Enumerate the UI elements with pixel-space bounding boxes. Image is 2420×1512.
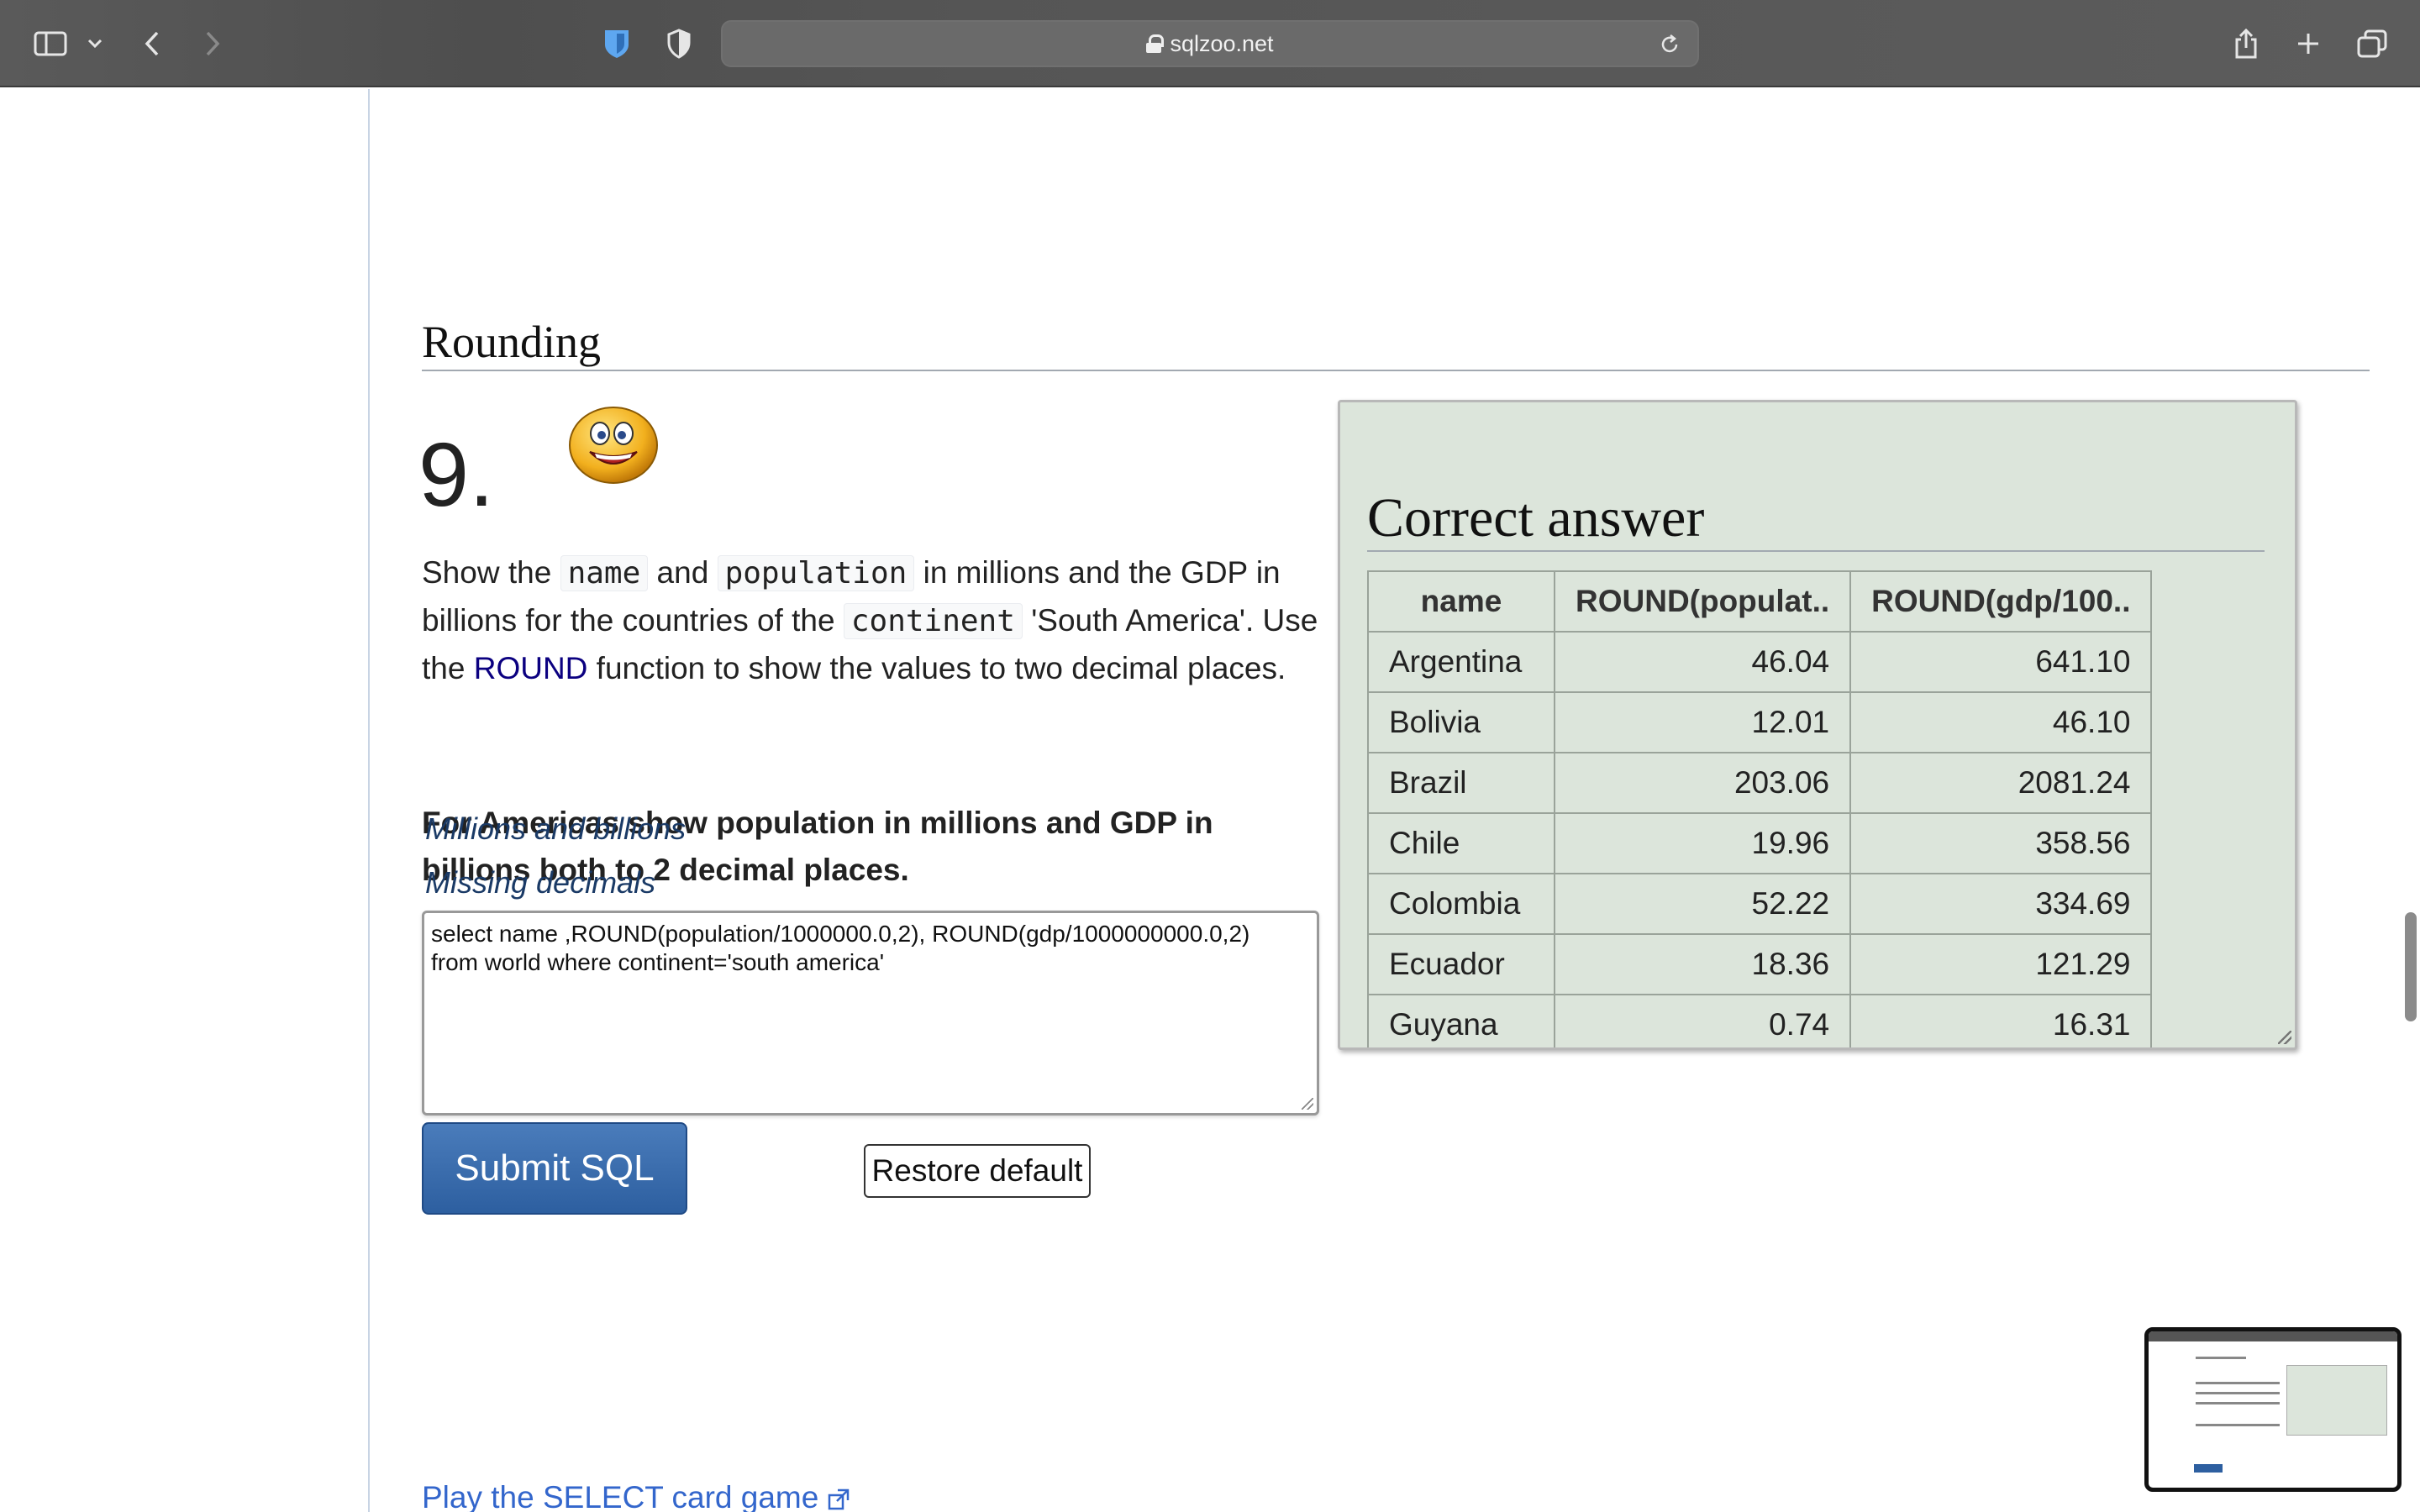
bitwarden-icon[interactable] [602, 25, 632, 62]
cell-population: 52.22 [1553, 873, 1852, 935]
select-card-game-link[interactable]: Play the SELECT card game [422, 1480, 850, 1512]
screenshot-thumbnail[interactable] [2144, 1327, 2402, 1492]
column-header-gdp: ROUND(gdp/100.. [1849, 570, 2153, 633]
forward-icon[interactable] [200, 25, 225, 62]
page-scrollbar[interactable] [2405, 912, 2417, 1021]
table-header-row: name ROUND(populat.. ROUND(gdp/100.. [1367, 570, 2153, 633]
reload-icon[interactable] [1659, 34, 1681, 55]
answer-divider [1367, 550, 2265, 552]
lock-icon [1146, 34, 1165, 53]
hint-millions-billions[interactable]: Millions and billions [425, 811, 686, 847]
smiley-face-icon [569, 407, 658, 484]
back-icon[interactable] [139, 25, 165, 62]
thumbnail-line [2196, 1424, 2280, 1426]
table-row: Argentina 46.04 641.10 [1367, 631, 2153, 693]
section-divider [422, 370, 2370, 371]
url-text: sqlzoo.net [1170, 30, 1274, 56]
cell-name: Brazil [1367, 752, 1555, 814]
thumbnail-toolbar [2149, 1331, 2397, 1341]
chevron-down-icon[interactable] [86, 25, 104, 62]
cell-population: 18.36 [1553, 933, 1852, 995]
cell-name: Guyana [1367, 994, 1555, 1047]
code-name: name [560, 555, 649, 591]
table-row: Chile 19.96 358.56 [1367, 812, 2153, 874]
table-row: Brazil 203.06 2081.24 [1367, 752, 2153, 814]
cell-gdp: 2081.24 [1849, 752, 2153, 814]
cell-name: Ecuador [1367, 933, 1555, 995]
table-row: Colombia 52.22 334.69 [1367, 873, 2153, 935]
question-text-segment: Show the [422, 555, 560, 590]
table-row: Bolivia 12.01 46.10 [1367, 691, 2153, 753]
thumbnail-line [2196, 1382, 2280, 1384]
correct-answer-panel[interactable]: Correct answer name ROUND(populat.. ROUN… [1338, 400, 2297, 1050]
submit-sql-button[interactable]: Submit SQL [422, 1122, 687, 1215]
question-text-segment: and [648, 555, 718, 590]
share-icon[interactable] [2232, 25, 2260, 62]
cell-population: 203.06 [1553, 752, 1852, 814]
code-population: population [717, 555, 915, 591]
question-text-segment: function to show the values to two decim… [587, 651, 1286, 685]
thumbnail-answer-panel [2286, 1365, 2387, 1436]
column-header-population: ROUND(populat.. [1553, 570, 1852, 633]
table-row: Ecuador 18.36 121.29 [1367, 933, 2153, 995]
section-title: Rounding [422, 317, 602, 367]
resize-handle-icon[interactable] [1302, 1098, 1313, 1110]
card-game-link-text[interactable]: Play the SELECT card game [422, 1480, 818, 1512]
cell-name: Chile [1367, 812, 1555, 874]
table-row: Guyana 0.74 16.31 [1367, 994, 2153, 1047]
main-content: Rounding 9. Show the name and population… [418, 89, 2371, 1512]
external-link-icon [828, 1488, 849, 1510]
code-continent: continent [843, 603, 1023, 639]
answer-table: name ROUND(populat.. ROUND(gdp/100.. Arg… [1367, 570, 2153, 1047]
column-header-name: name [1367, 570, 1555, 633]
thumbnail-line [2196, 1392, 2280, 1394]
cell-gdp: 46.10 [1849, 691, 2153, 753]
cell-gdp: 334.69 [1849, 873, 2153, 935]
panel-resize-handle-icon[interactable] [2278, 1031, 2291, 1044]
left-sidebar [0, 89, 370, 1512]
cell-population: 19.96 [1553, 812, 1852, 874]
sql-editor[interactable]: select name ,ROUND(population/1000000.0,… [422, 911, 1319, 1116]
question-text: Show the name and population in millions… [422, 549, 1329, 692]
cell-population: 46.04 [1553, 631, 1852, 693]
cell-gdp: 358.56 [1849, 812, 2153, 874]
round-function-link[interactable]: ROUND [474, 651, 588, 685]
cell-population: 0.74 [1553, 994, 1852, 1047]
tabs-overview-icon[interactable] [2356, 25, 2388, 62]
thumbnail-line [2196, 1402, 2280, 1404]
thumbnail-line [2196, 1357, 2246, 1359]
thumbnail-submit-button [2194, 1464, 2223, 1473]
sql-editor-text[interactable]: select name ,ROUND(population/1000000.0,… [431, 921, 1249, 975]
privacy-shield-icon[interactable] [664, 25, 694, 62]
browser-toolbar: sqlzoo.net [0, 0, 2420, 87]
address-bar[interactable]: sqlzoo.net [721, 20, 1699, 67]
cell-name: Bolivia [1367, 691, 1555, 753]
new-tab-icon[interactable] [2294, 25, 2323, 62]
hint-missing-decimals[interactable]: Missing decimals [425, 865, 655, 900]
question-number: 9. [418, 423, 495, 525]
cell-gdp: 121.29 [1849, 933, 2153, 995]
cell-population: 12.01 [1553, 691, 1852, 753]
cell-name: Argentina [1367, 631, 1555, 693]
cell-name: Colombia [1367, 873, 1555, 935]
answer-title: Correct answer [1367, 487, 1705, 549]
sidebar-icon[interactable] [34, 25, 67, 62]
restore-default-button[interactable]: Restore default [864, 1144, 1091, 1198]
cell-gdp: 641.10 [1849, 631, 2153, 693]
cell-gdp: 16.31 [1849, 994, 2153, 1047]
